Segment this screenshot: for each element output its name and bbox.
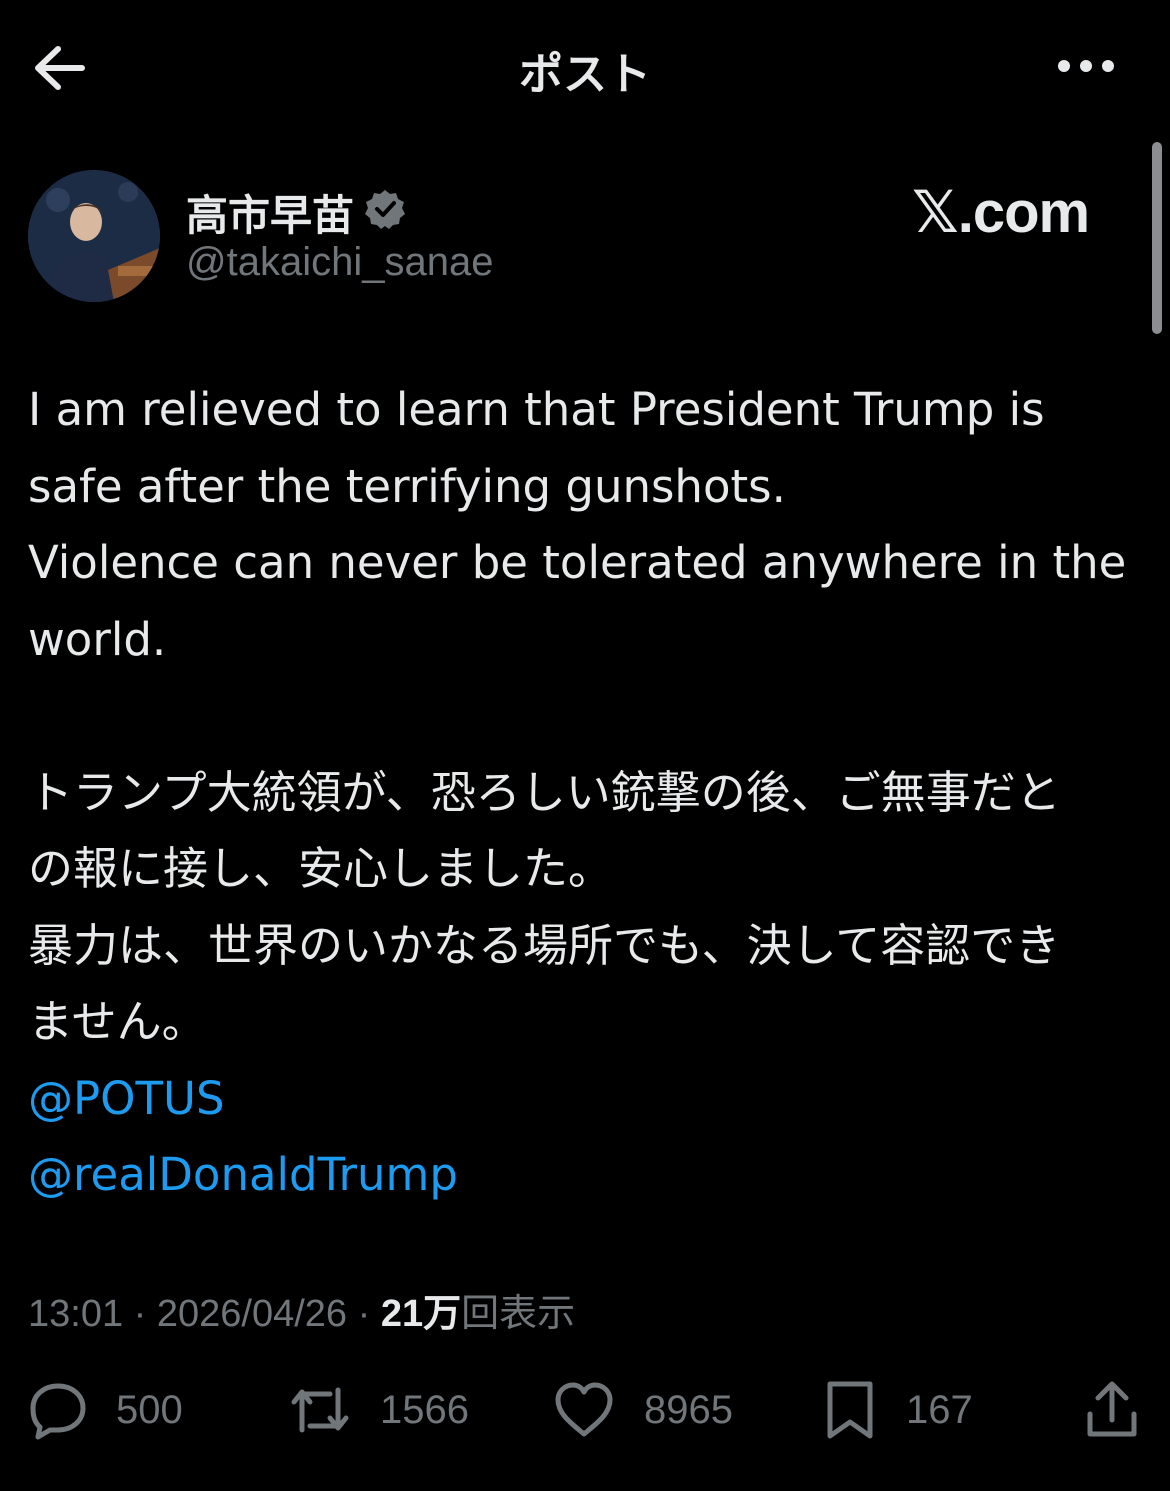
tweet-line: world.: [28, 612, 167, 666]
top-bar: ポスト: [0, 0, 1170, 135]
bookmark-count: 167: [906, 1387, 973, 1432]
mention-link-potus[interactable]: @POTUS: [28, 1061, 1143, 1138]
scrollbar[interactable]: [1152, 142, 1162, 334]
display-name[interactable]: 高市早苗: [186, 182, 354, 243]
avatar[interactable]: [28, 170, 160, 302]
x-com-watermark: 𝕏.com: [912, 180, 1090, 245]
tweet-line: safe after the terrifying gunshots.: [28, 459, 786, 513]
tweet-meta: 13:01 · 2026/04/26 · 21万回表示: [28, 1282, 575, 1337]
reply-icon: [30, 1383, 86, 1440]
tweet-time[interactable]: 13:01: [28, 1293, 123, 1335]
bookmark-button[interactable]: 167: [822, 1370, 973, 1450]
views-label: 回表示: [461, 1293, 576, 1335]
share-button[interactable]: [1082, 1370, 1142, 1450]
page-title: ポスト: [519, 49, 651, 100]
action-bar: 500 1566 8965 167: [0, 1370, 1170, 1450]
tweet-line: の報に接し、安心しました。: [28, 842, 614, 895]
tweet-line: Violence can never be tolerated anywhere…: [28, 536, 1127, 589]
repost-icon: [291, 1387, 349, 1433]
tweet-line: トランプ大統領が、恐ろしい銃撃の後、ご無事だと: [28, 765, 1061, 819]
meta-separator: ·: [133, 1293, 147, 1335]
bookmark-icon: [827, 1381, 873, 1439]
meta-separator: ·: [357, 1293, 371, 1335]
mention-link-realdonaldtrump[interactable]: @realDonaldTrump: [28, 1137, 1143, 1214]
tweet-line: 暴力は、世界のいかなる場所でも、決して容認でき: [28, 918, 1061, 972]
author-handle[interactable]: @takaichi_sanae: [186, 240, 493, 285]
tweet-line: I am relieved to learn that President Tr…: [28, 383, 1045, 436]
repost-count: 1566: [380, 1387, 469, 1432]
tweet-line: ません。: [28, 995, 207, 1048]
like-button[interactable]: 8965: [552, 1370, 733, 1450]
more-horizontal-icon: [1058, 60, 1114, 72]
avatar-photo: [28, 170, 160, 302]
verified-badge-icon: [364, 188, 406, 230]
repost-button[interactable]: 1566: [288, 1370, 469, 1450]
tweet-text: I am relieved to learn that President Tr…: [28, 372, 1143, 1214]
heart-icon: [555, 1382, 613, 1437]
reply-count: 500: [116, 1387, 183, 1432]
reply-button[interactable]: 500: [28, 1370, 183, 1450]
like-count: 8965: [644, 1387, 733, 1432]
tweet-date[interactable]: 2026/04/26: [157, 1293, 347, 1335]
views-count[interactable]: 21万: [381, 1293, 461, 1335]
share-icon: [1087, 1381, 1137, 1437]
more-options-button[interactable]: [1050, 44, 1122, 88]
